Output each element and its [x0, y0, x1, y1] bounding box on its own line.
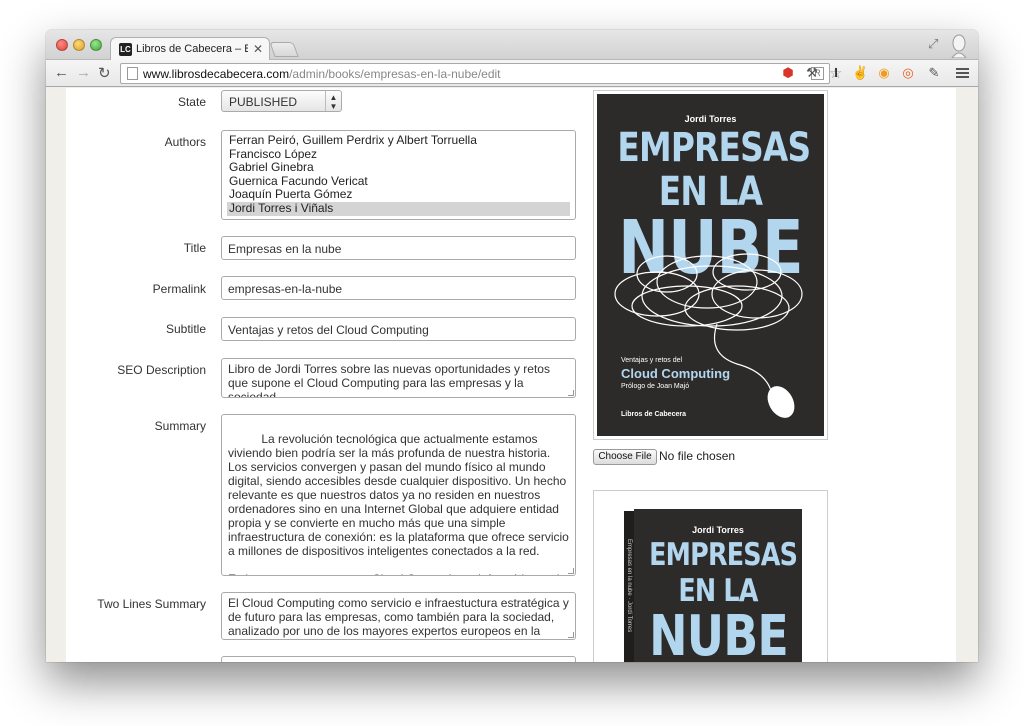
fullscreen-icon[interactable]: ⤢	[928, 36, 938, 52]
resize-grip-icon[interactable]	[568, 390, 574, 396]
author-option[interactable]: Joaquín Puerta Gómez	[227, 188, 570, 202]
browser-toolbar: ← → ↻ www.librosdecabecera.com/admin/boo…	[46, 60, 978, 87]
permalink-label: Permalink	[152, 282, 206, 296]
cover-title-line1: EMPRESAS	[617, 125, 811, 171]
tab-title: Libros de Cabecera – Edito	[136, 43, 248, 55]
cover-prologue: Prólogo de Joan Majó	[621, 383, 690, 390]
minimize-window-button[interactable]	[73, 39, 85, 51]
back-arrow-icon[interactable]: ←	[54, 64, 69, 81]
extension-shield-icon[interactable]: ⬢	[780, 65, 796, 81]
permalink-input[interactable]: empresas-en-la-nube	[221, 276, 576, 300]
resize-grip-icon[interactable]	[568, 568, 574, 574]
author-option[interactable]: Ferran Peiró, Guillem Perdrix y Albert T…	[227, 133, 570, 148]
two-lines-summary-label: Two Lines Summary	[97, 597, 206, 611]
screen: LC Libros de Cabecera – Edito ✕ ⤢ ← → ↻ …	[0, 0, 1024, 726]
resize-grip-icon[interactable]	[568, 632, 574, 638]
url-text: www.librosdecabecera.com/admin/books/emp…	[143, 67, 501, 81]
browser-window: LC Libros de Cabecera – Edito ✕ ⤢ ← → ↻ …	[46, 30, 978, 662]
seo-description-label: SEO Description	[117, 363, 206, 377]
cover3d-title-line3: NUBE	[649, 604, 789, 663]
book-cover-image: Jordi Torres EMPRESAS EN LA NUBE Ventaja…	[597, 94, 824, 436]
profile-icon[interactable]	[950, 34, 968, 58]
address-bar[interactable]: www.librosdecabecera.com/admin/books/emp…	[120, 63, 842, 84]
title-label: Title	[183, 241, 206, 255]
puzzle-icon[interactable]: ✎	[926, 65, 942, 81]
cover-image-frame: Jordi Torres EMPRESAS EN LA NUBE Ventaja…	[593, 90, 828, 440]
close-window-button[interactable]	[56, 39, 68, 51]
tab-close-icon[interactable]: ✕	[253, 42, 263, 56]
wrench-icon[interactable]: ⚒	[804, 65, 820, 81]
spine-text: Empresas en la nube · Jordi Torres	[626, 539, 632, 633]
two-lines-summary-text: El Cloud Computing como servicio e infra…	[228, 596, 569, 639]
subtitle-input[interactable]: Ventajas y retos del Cloud Computing	[221, 317, 576, 341]
book-3d-cover: Jordi Torres EMPRESAS EN LA NUBE	[634, 509, 802, 662]
summary-label: Summary	[154, 419, 206, 433]
maximize-window-button[interactable]	[90, 39, 102, 51]
authors-listbox[interactable]: Ferran Peiró, Guillem Perdrix y Albert T…	[221, 130, 576, 220]
author-option[interactable]: Gabriel Ginebra	[227, 161, 570, 175]
hand-icon[interactable]: ✌	[852, 65, 868, 81]
state-value: PUBLISHED	[229, 95, 298, 109]
state-label: State	[177, 95, 206, 109]
book-spine: Empresas en la nube · Jordi Torres	[624, 511, 634, 662]
reload-icon[interactable]: ↻	[98, 64, 111, 82]
favicon-icon: LC	[119, 43, 132, 56]
colorpicker-icon[interactable]: ◎	[900, 65, 916, 81]
edit-book-form: State PUBLISHED ▲ ▼ Authors Ferran Peiró,…	[66, 88, 956, 662]
cover3d-title-line1: EMPRESAS	[649, 537, 798, 573]
author-option-selected[interactable]: Jordi Torres i Viñals	[227, 201, 570, 216]
authors-label: Authors	[164, 135, 206, 149]
state-select[interactable]: PUBLISHED ▲ ▼	[221, 90, 342, 112]
url-host: www.librosdecabecera.com	[143, 67, 290, 81]
instapaper-icon[interactable]: I	[828, 65, 844, 81]
summary-text: La revolución tecnológica que actualment…	[228, 432, 569, 575]
cover-publisher: Libros de Cabecera	[621, 411, 686, 418]
title-input[interactable]: Empresas en la nube	[221, 236, 576, 260]
page-viewport[interactable]: State PUBLISHED ▲ ▼ Authors Ferran Peiró,…	[46, 88, 978, 662]
summary-textarea[interactable]: La revolución tecnológica que actualment…	[221, 414, 576, 576]
file-status: No file chosen	[659, 449, 736, 463]
two-lines-summary-textarea[interactable]: El Cloud Computing como servicio e infra…	[221, 592, 576, 640]
cover-author: Jordi Torres	[684, 114, 737, 124]
rss-icon[interactable]: ◉	[876, 65, 892, 81]
author-option[interactable]: Guernica Facundo Vericat	[227, 174, 570, 189]
cover-subtitle-big: Cloud Computing	[621, 366, 731, 381]
forward-arrow-icon[interactable]: →	[76, 64, 91, 81]
cover-subtitle-small: Ventajas y retos del	[621, 357, 683, 364]
select-arrows-icon: ▲ ▼	[325, 91, 341, 111]
seo-description-text: Libro de Jordi Torres sobre las nuevas o…	[228, 362, 550, 398]
url-path: /admin/books/empresas-en-la-nube/edit	[289, 67, 501, 81]
author-option[interactable]: Francisco López	[227, 147, 570, 162]
new-tab-button[interactable]	[269, 42, 299, 57]
choose-file-button[interactable]: Choose File	[593, 449, 657, 465]
cover3d-author: Jordi Torres	[692, 525, 744, 535]
page-icon	[127, 67, 138, 80]
subtitle-label: Subtitle	[165, 322, 206, 336]
next-field-input[interactable]	[221, 656, 576, 662]
title-bar: LC Libros de Cabecera – Edito ✕ ⤢	[46, 30, 978, 61]
tangled-cable-mouse-illustration	[614, 253, 803, 418]
cover-3d-image-frame: Empresas en la nube · Jordi Torres Jordi…	[593, 490, 828, 662]
browser-tab[interactable]: LC Libros de Cabecera – Edito ✕	[110, 37, 270, 61]
menu-icon[interactable]	[956, 68, 969, 79]
seo-description-textarea[interactable]: Libro de Jordi Torres sobre las nuevas o…	[221, 358, 576, 398]
